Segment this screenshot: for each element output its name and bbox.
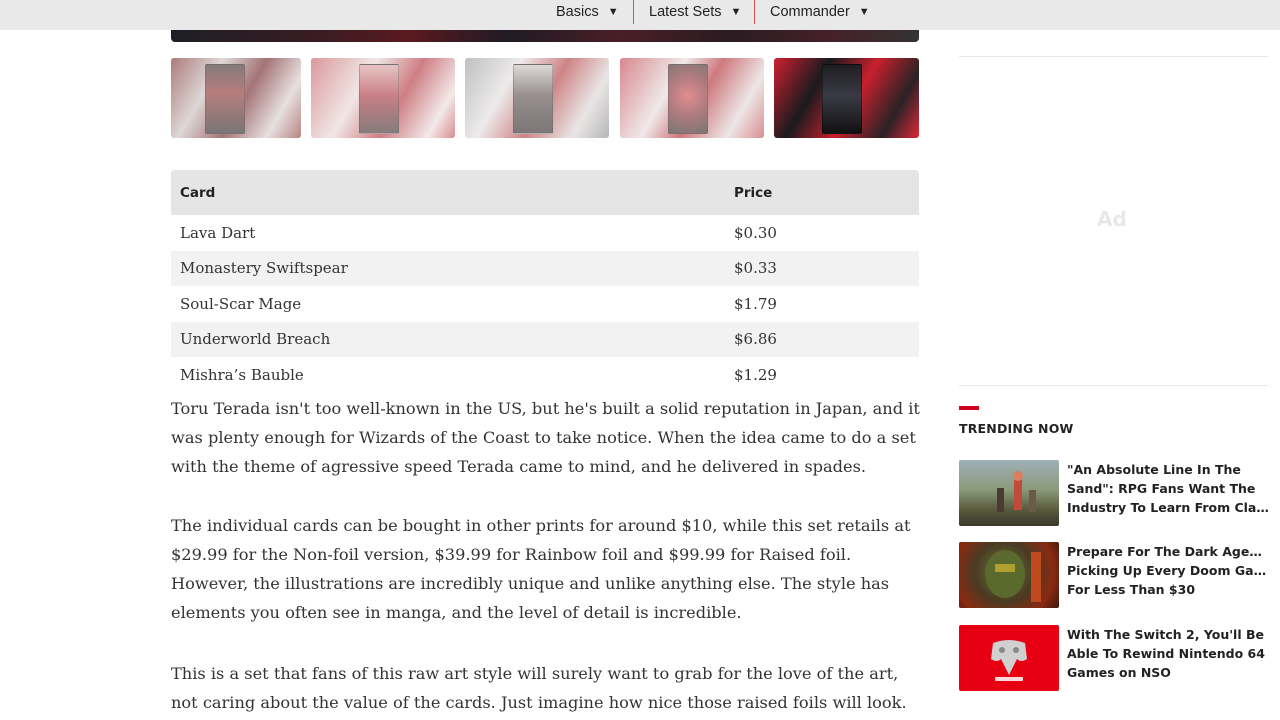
trending-headline: With The Switch 2, You'll Be Able To Rew…	[1067, 625, 1269, 682]
table-row: Lava Dart $0.30	[171, 215, 919, 251]
nav-divider	[754, 0, 755, 24]
column-header-card: Card	[171, 170, 725, 215]
sidebar-divider	[959, 385, 1268, 386]
price-cell: $0.30	[734, 223, 777, 242]
card-name-cell: Lava Dart	[180, 223, 256, 242]
thumbnail-overlay	[620, 58, 764, 138]
thumbnail-overlay	[171, 58, 301, 138]
nav-commander-label: Commander	[770, 4, 850, 20]
card-price-table: Card Price Lava Dart $0.30 Monastery Swi…	[171, 170, 919, 393]
card-name-cell: Underworld Breach	[171, 321, 725, 357]
headline-line: Industry To Learn From Clair...	[1067, 500, 1269, 515]
headline-line: Able To Rewind Nintendo 64	[1067, 646, 1265, 661]
table-row: Mishra’s Bauble $1.29	[171, 357, 919, 393]
table-row: Soul-Scar Mage $1.79	[171, 286, 919, 322]
nav-basics[interactable]: Basics ▼	[556, 0, 619, 24]
gallery-thumbnail-1[interactable]	[171, 58, 301, 138]
top-nav: Basics ▼ Latest Sets ▼ Commander ▼	[0, 0, 1280, 30]
price-cell: $6.86	[725, 321, 919, 357]
article-paragraph: Toru Terada isn't too well-known in the …	[171, 399, 920, 476]
trending-headline: Prepare For The Dark Ages By Picking Up …	[1067, 542, 1269, 599]
card-image	[822, 64, 862, 134]
hero-image	[171, 30, 919, 42]
price-cell: $1.79	[734, 294, 777, 313]
headline-line: With The Switch 2, You'll Be	[1067, 627, 1264, 642]
trending-thumbnail	[959, 625, 1059, 691]
gallery-thumbnail-3[interactable]	[465, 58, 609, 138]
headline-line: Picking Up Every Doom Game	[1067, 563, 1269, 578]
article-paragraph: This is a set that fans of this raw art …	[171, 664, 907, 712]
nav-commander[interactable]: Commander ▼	[770, 0, 870, 24]
headline-line: Prepare For The Dark Ages By	[1067, 544, 1269, 559]
headline-line: Games on NSO	[1067, 665, 1171, 680]
trending-item[interactable]: Prepare For The Dark Ages By Picking Up …	[959, 542, 1269, 608]
nav-divider	[633, 0, 634, 24]
nav-latest-sets[interactable]: Latest Sets ▼	[649, 0, 741, 24]
table-header-row: Card Price	[171, 170, 919, 215]
thumbnail-overlay	[465, 58, 609, 138]
trending-heading: TRENDING NOW	[959, 421, 1074, 436]
card-name-cell: Soul-Scar Mage	[180, 294, 302, 313]
trending-headline: "An Absolute Line In The Sand": RPG Fans…	[1067, 460, 1269, 517]
trending-item[interactable]: With The Switch 2, You'll Be Able To Rew…	[959, 625, 1269, 691]
gallery-thumbnail-4[interactable]	[620, 58, 764, 138]
chevron-down-icon: ▼	[730, 6, 742, 18]
nav-basics-label: Basics	[556, 4, 599, 20]
gallery-thumbnail-5[interactable]	[774, 58, 919, 138]
table-row: Monastery Swiftspear $0.33	[171, 250, 919, 286]
n64-controller-icon	[991, 640, 1027, 681]
price-cell: $1.29	[734, 365, 777, 384]
trending-item[interactable]: "An Absolute Line In The Sand": RPG Fans…	[959, 460, 1269, 526]
ad-placeholder: Ad	[1097, 207, 1127, 231]
nav-latest-sets-label: Latest Sets	[649, 4, 722, 20]
trending-accent-bar	[959, 406, 979, 410]
thumbnail-overlay	[311, 58, 455, 138]
doom-marine-icon	[985, 550, 1041, 602]
headline-line: Sand": RPG Fans Want The	[1067, 481, 1256, 496]
gallery-thumbnail-2[interactable]	[311, 58, 455, 138]
price-cell: $0.33	[725, 250, 919, 286]
trending-thumbnail	[959, 460, 1059, 526]
card-name-cell: Mishra’s Bauble	[180, 365, 304, 384]
headline-line: For Less Than $30	[1067, 582, 1196, 597]
sidebar-divider	[959, 56, 1268, 57]
trending-thumbnail	[959, 542, 1059, 608]
chevron-down-icon: ▼	[858, 6, 870, 18]
article-paragraph: The individual cards can be bought in ot…	[171, 516, 911, 622]
headline-line: "An Absolute Line In The	[1067, 462, 1241, 477]
chevron-down-icon: ▼	[607, 6, 619, 18]
column-header-price: Price	[725, 170, 919, 215]
card-name-cell: Monastery Swiftspear	[171, 250, 725, 286]
characters-figure-icon	[997, 471, 1036, 512]
table-row: Underworld Breach $6.86	[171, 321, 919, 357]
